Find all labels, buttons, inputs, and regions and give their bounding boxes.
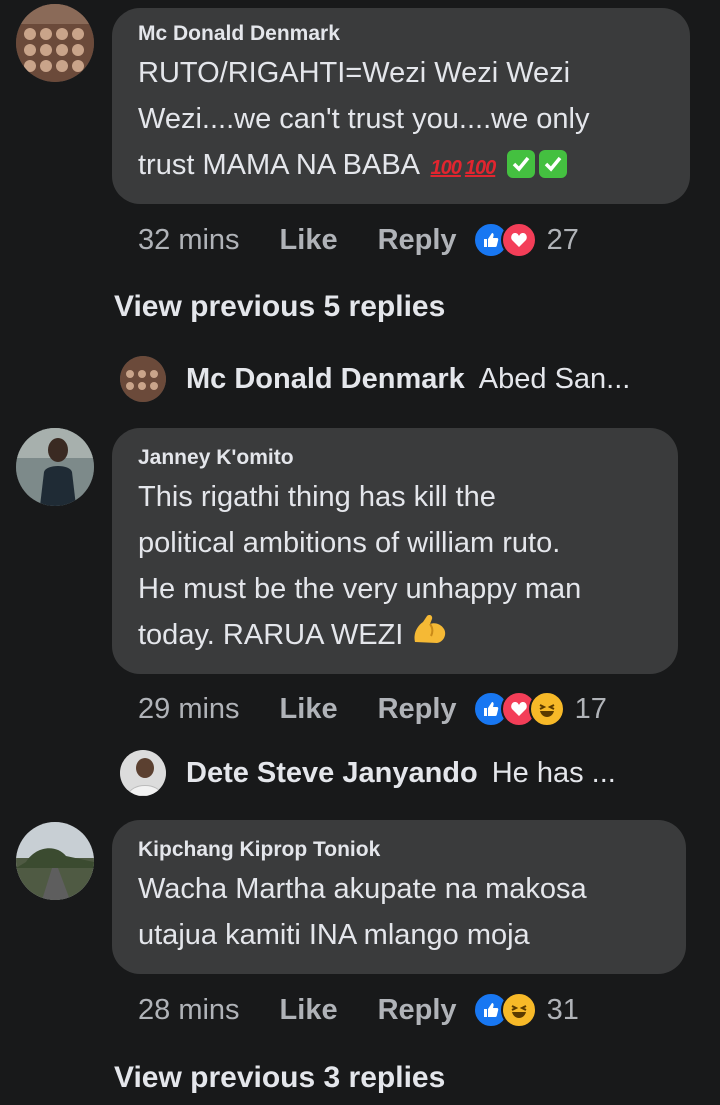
hundred-points-icon: 100 <box>464 157 496 179</box>
reaction-count[interactable]: 17 <box>575 693 607 726</box>
comment-actions: 28 mins Like Reply 31 <box>138 990 579 1030</box>
flexed-biceps-icon <box>411 612 449 660</box>
comment-actions: 29 mins Like Reply 17 <box>138 689 607 729</box>
comment-text-line: today. RARUA WEZI <box>138 612 652 660</box>
comment-bubble[interactable]: Mc Donald Denmark RUTO/RIGAHTI=Wezi Wezi… <box>112 8 690 204</box>
comment-text-line: utajua kamiti INA mlango moja <box>138 919 530 951</box>
comment-bubble[interactable]: Janney K'omito This rigathi thing has ki… <box>112 428 678 674</box>
comment-text-line: Wezi....we can't trust you....we only <box>138 103 590 135</box>
comment-author[interactable]: Kipchang Kiprop Toniok <box>138 838 660 862</box>
comment-text-line: RUTO/RIGAHTI=Wezi Wezi Wezi <box>138 57 571 89</box>
avatar[interactable] <box>16 4 94 82</box>
reaction-count[interactable]: 31 <box>547 994 579 1027</box>
reactions[interactable] <box>472 222 537 258</box>
comment-text-line: He must be the very unhappy man <box>138 573 582 605</box>
comment-timestamp[interactable]: 29 mins <box>138 693 240 726</box>
check-mark-button-icon <box>507 150 536 178</box>
love-reaction-icon <box>500 222 537 258</box>
reply-button[interactable]: Reply <box>378 693 457 726</box>
reactions[interactable] <box>472 992 537 1028</box>
avatar[interactable] <box>120 750 166 796</box>
reply-snippet: He has ... <box>491 756 616 789</box>
haha-reaction-icon <box>500 992 537 1028</box>
reply-button[interactable]: Reply <box>378 994 457 1027</box>
comment-text-segment: trust MAMA NA BABA <box>138 149 419 181</box>
avatar[interactable] <box>16 822 94 900</box>
comment-text-line: This rigathi thing has kill the <box>138 481 496 513</box>
reply-author[interactable]: Dete Steve Janyando <box>186 757 478 790</box>
comment-text-line: trust MAMA NA BABA 100 100 <box>138 142 664 191</box>
comment-timestamp[interactable]: 32 mins <box>138 224 240 257</box>
reaction-count[interactable]: 27 <box>547 224 579 257</box>
comment-actions: 32 mins Like Reply 27 <box>138 220 579 260</box>
comment-text-segment: today. RARUA WEZI <box>138 619 404 651</box>
check-mark-button-icon <box>539 150 568 178</box>
like-button[interactable]: Like <box>280 224 338 257</box>
comment-author[interactable]: Janney K'omito <box>138 446 652 470</box>
like-button[interactable]: Like <box>280 994 338 1027</box>
view-previous-replies-link[interactable]: View previous 5 replies <box>114 290 445 324</box>
view-previous-replies-link[interactable]: View previous 3 replies <box>114 1061 445 1095</box>
avatar[interactable] <box>16 428 94 506</box>
reply-preview[interactable]: Dete Steve Janyando He has ... <box>120 750 616 796</box>
reply-preview[interactable]: Mc Donald Denmark Abed San... <box>120 356 630 402</box>
hundred-points-icon: 100 <box>430 157 462 179</box>
like-button[interactable]: Like <box>280 693 338 726</box>
comment-text-line: political ambitions of william ruto. <box>138 527 561 559</box>
reply-button[interactable]: Reply <box>378 224 457 257</box>
reactions[interactable] <box>472 691 565 727</box>
reply-snippet: Abed San... <box>478 362 631 395</box>
avatar[interactable] <box>120 356 166 402</box>
comment-timestamp[interactable]: 28 mins <box>138 994 240 1027</box>
haha-reaction-icon <box>528 691 565 727</box>
reply-author[interactable]: Mc Donald Denmark <box>186 363 465 396</box>
comment-bubble[interactable]: Kipchang Kiprop Toniok Wacha Martha akup… <box>112 820 686 974</box>
comment-author[interactable]: Mc Donald Denmark <box>138 22 664 46</box>
comment-text-line: Wacha Martha akupate na makosa <box>138 873 587 905</box>
